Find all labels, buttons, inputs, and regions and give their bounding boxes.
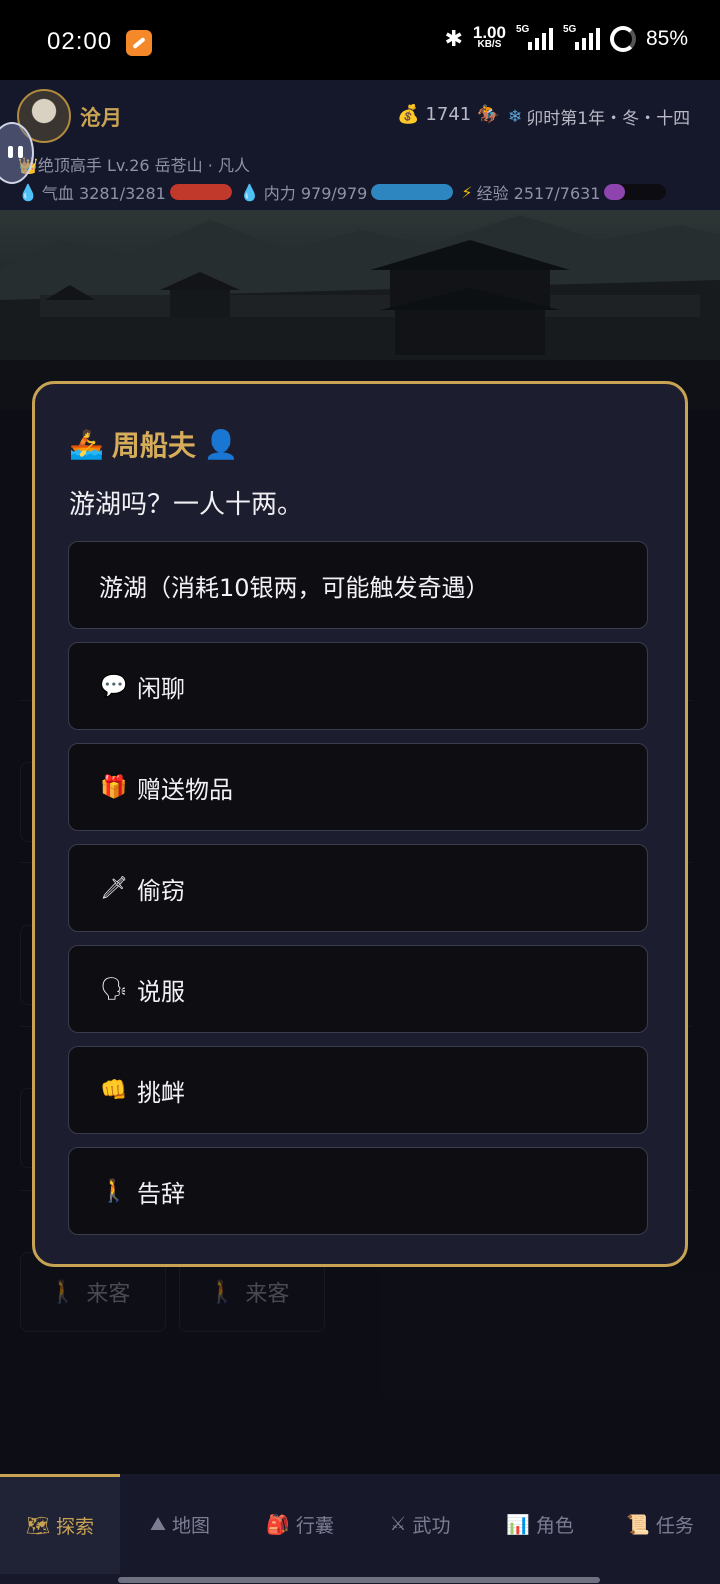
rank-text: 绝顶高手 Lv.26 岳苍山 · 凡人 — [37, 156, 250, 175]
lightning-icon: ⚡ — [461, 182, 473, 202]
option-boat-tour-button[interactable]: 游湖（消耗10银两，可能触发奇遇） — [68, 541, 648, 629]
status-time: 02:00 — [47, 28, 113, 55]
tab-label: 探索 — [56, 1516, 95, 1538]
battery-icon — [609, 26, 636, 52]
home-indicator[interactable] — [118, 1577, 600, 1583]
backpack-icon: 🎒 — [266, 1513, 290, 1536]
status-icons: ✱ 1.00 KB/S 5G 5G 85% — [444, 23, 688, 52]
game-date: ❄ 卯时第1年・冬・十四 — [508, 104, 691, 130]
npc-title: 🚣 周船夫 👤 — [69, 424, 239, 464]
date-text: 卯时第1年・冬・十四 — [526, 109, 691, 129]
npc-name: 周船夫 — [111, 429, 196, 462]
bottom-nav: 🗺 探索 ⛰ 地图 🎒 行囊 ⚔ 武功 📊 角色 📜 任务 — [0, 1474, 720, 1584]
hp-label: 气血 3281/3281 — [41, 184, 166, 203]
bluetooth-icon: ✱ — [444, 26, 463, 51]
option-label: 闲聊 — [137, 674, 185, 703]
player-header: 沧月 💰 1741 🏇 ❄ 卯时第1年・冬・十四 👑绝顶高手 Lv.26 岳苍山… — [0, 80, 720, 210]
signal-icon: 5G — [563, 24, 600, 50]
speech-bubble-icon: 💬 — [100, 673, 128, 699]
status-bar: 02:00 ✱ 1.00 KB/S 5G 5G 85% — [0, 0, 720, 80]
tab-explore[interactable]: 🗺 探索 — [0, 1474, 120, 1574]
tab-label: 武功 — [412, 1514, 451, 1537]
money-display: 💰 1741 🏇 — [397, 104, 500, 125]
option-steal-button[interactable]: 🗡 偷窃 — [68, 844, 648, 932]
gift-icon: 🎁 — [100, 774, 128, 800]
stats-row: 💧 气血 3281/3281 💧 内力 979/979 ⚡ 经验 2517/76… — [18, 180, 718, 204]
player-name: 沧月 — [80, 106, 122, 130]
money-bag-icon: 💰 — [397, 104, 420, 125]
tab-inventory[interactable]: 🎒 行囊 — [240, 1474, 360, 1574]
tab-martial-arts[interactable]: ⚔ 武功 — [360, 1474, 480, 1574]
mp-bar-fill — [371, 184, 454, 200]
snowflake-icon: ❄ — [508, 106, 523, 127]
exp-bar — [604, 184, 667, 200]
option-label: 偷窃 — [137, 876, 185, 905]
rank-line: 👑绝顶高手 Lv.26 岳苍山 · 凡人 — [18, 152, 250, 176]
dialog-options: 游湖（消耗10银两，可能触发奇遇） 💬 闲聊 🎁 赠送物品 🗡 偷窃 🗣 说服 … — [68, 541, 648, 1248]
option-label: 挑衅 — [137, 1078, 185, 1107]
walking-person-icon: 🚶 — [100, 1178, 128, 1204]
crossed-swords-icon: ⚔ — [389, 1513, 407, 1535]
option-gift-button[interactable]: 🎁 赠送物品 — [68, 743, 648, 831]
map-icon: 🗺 — [25, 1515, 51, 1537]
exp-stat: ⚡ 经验 2517/7631 — [461, 180, 667, 204]
option-leave-button[interactable]: 🚶 告辞 — [68, 1147, 648, 1235]
option-label: 赠送物品 — [137, 775, 233, 804]
tab-label: 角色 — [535, 1514, 574, 1537]
tab-quests[interactable]: 📜 任务 — [600, 1474, 720, 1574]
network-speed: 1.00 KB/S — [472, 23, 506, 50]
mountain-icon: ⛰ — [150, 1513, 166, 1535]
person-icon: 👤 — [203, 427, 239, 461]
water-drop-icon: 💧 — [239, 182, 260, 202]
hp-bar — [169, 184, 232, 200]
option-label: 告辞 — [137, 1179, 185, 1208]
option-persuade-button[interactable]: 🗣 说服 — [68, 945, 648, 1033]
dagger-icon: 🗡 — [100, 875, 128, 901]
app-notification-icon — [126, 30, 152, 56]
tab-map[interactable]: ⛰ 地图 — [120, 1474, 240, 1574]
option-label: 游湖（消耗10银两，可能触发奇遇） — [99, 573, 490, 602]
bar-chart-icon: 📊 — [506, 1513, 530, 1536]
rowboat-icon: 🚣 — [69, 427, 104, 461]
option-provoke-button[interactable]: 👊 挑衅 — [68, 1046, 648, 1134]
tab-label: 任务 — [655, 1514, 694, 1537]
npc-dialog: 🚣 周船夫 👤 游湖吗？一人十两。 游湖（消耗10银两，可能触发奇遇） 💬 闲聊… — [32, 381, 688, 1267]
speaking-head-icon: 🗣 — [100, 976, 128, 1002]
tab-character[interactable]: 📊 角色 — [480, 1474, 600, 1574]
signal-icon: 5G — [516, 24, 553, 50]
tab-label: 地图 — [171, 1514, 210, 1537]
battery-level: 85% — [645, 27, 688, 50]
option-label: 说服 — [137, 977, 185, 1006]
scroll-icon: 📜 — [626, 1513, 650, 1536]
tab-label: 行囊 — [295, 1514, 334, 1537]
option-chat-button[interactable]: 💬 闲聊 — [68, 642, 648, 730]
mp-stat: 💧 内力 979/979 — [239, 180, 454, 204]
blood-drop-icon: 💧 — [18, 182, 38, 202]
hp-bar-fill — [169, 184, 232, 200]
exp-label: 经验 2517/7631 — [476, 184, 601, 203]
mp-bar — [371, 184, 454, 200]
horse-icon: 🏇 — [477, 104, 500, 125]
npc-dialogue-text: 游湖吗？一人十两。 — [69, 490, 304, 520]
hp-stat: 💧 气血 3281/3281 — [18, 180, 232, 204]
money-amount: 1741 — [425, 104, 472, 125]
fist-icon: 👊 — [100, 1077, 128, 1103]
mp-label: 内力 979/979 — [263, 184, 368, 203]
exp-bar-fill — [604, 184, 625, 200]
